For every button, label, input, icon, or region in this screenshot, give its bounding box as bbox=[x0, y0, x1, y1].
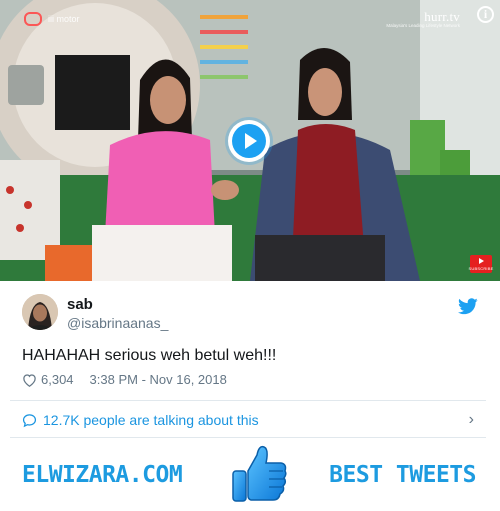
top-left-brand-text: iii motor bbox=[48, 14, 80, 24]
youtube-subscribe-icon[interactable]: SUBSCRIBE bbox=[468, 255, 494, 273]
conversation-link[interactable]: 12.7K people are talking about this › bbox=[22, 411, 482, 429]
channel-logo: hurr.tv Malaysia's Leading Lifestyle Net… bbox=[386, 10, 460, 29]
avatar-image bbox=[22, 294, 58, 330]
top-left-brand-logo: iii motor bbox=[24, 12, 80, 26]
play-icon bbox=[232, 124, 266, 158]
brand-ring-icon bbox=[24, 12, 42, 26]
tweet-timestamp[interactable]: 3:38 PM - Nov 16, 2018 bbox=[90, 372, 227, 387]
avatar[interactable] bbox=[22, 294, 58, 330]
talking-about-text: 12.7K people are talking about this bbox=[43, 412, 259, 428]
heart-icon[interactable] bbox=[22, 373, 37, 387]
user-handle[interactable]: @isabrinaanas_ bbox=[67, 315, 168, 331]
chevron-right-icon: › bbox=[468, 411, 474, 428]
channel-logo-text: hurr.tv bbox=[424, 9, 460, 24]
video-thumbnail[interactable]: iii motor hurr.tv Malaysia's Leading Lif… bbox=[0, 0, 500, 281]
tweet-text: HAHAHAH serious weh betul weh!!! bbox=[22, 347, 277, 364]
tweet-author: sab @isabrinaanas_ bbox=[22, 294, 482, 334]
user-name[interactable]: sab bbox=[67, 296, 93, 313]
tweet-meta: 6,304 3:38 PM - Nov 16, 2018 bbox=[22, 372, 227, 387]
best-tweets-label: BEST TWEETS bbox=[329, 462, 476, 488]
speech-bubble-icon bbox=[22, 413, 37, 428]
info-icon[interactable]: i bbox=[477, 6, 494, 23]
play-button[interactable] bbox=[228, 120, 270, 162]
site-name[interactable]: ELWIZARA.COM bbox=[22, 462, 183, 488]
divider bbox=[10, 400, 486, 401]
footer-banner: ELWIZARA.COM BEST TWEETS bbox=[10, 438, 486, 511]
twitter-bird-icon[interactable] bbox=[458, 298, 478, 320]
like-count: 6,304 bbox=[41, 372, 74, 387]
youtube-badge-label: SUBSCRIBE bbox=[468, 265, 494, 271]
channel-tagline: Malaysia's Leading Lifestyle Network bbox=[386, 23, 460, 28]
thumbs-up-icon bbox=[229, 441, 289, 510]
